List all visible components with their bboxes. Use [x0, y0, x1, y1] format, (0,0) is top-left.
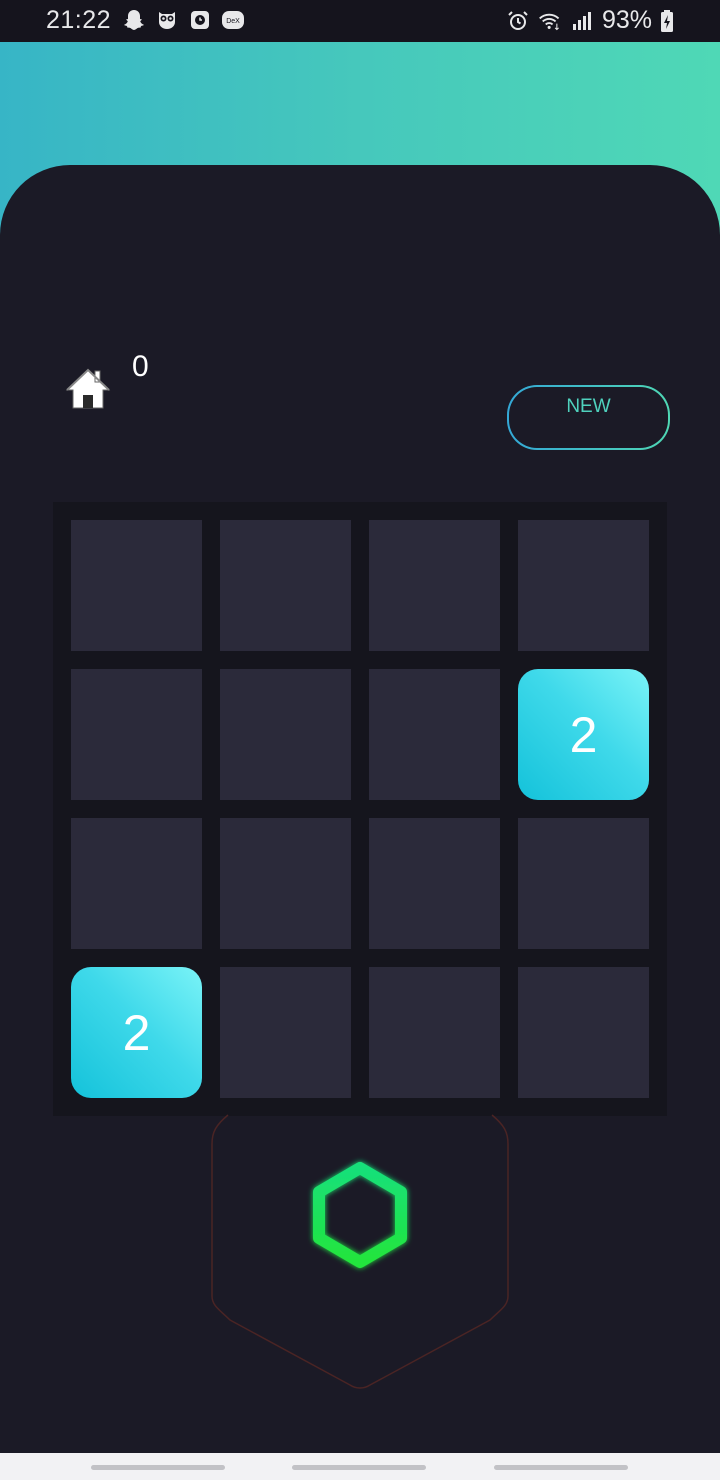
notification-icons: DeX — [122, 8, 245, 32]
empty-cell — [220, 669, 351, 800]
empty-cell — [71, 520, 202, 651]
empty-cell — [220, 818, 351, 949]
wifi-icon — [539, 13, 560, 30]
alarm-icon — [508, 10, 528, 30]
clock-app-icon — [191, 11, 209, 29]
nav-recent-button[interactable] — [91, 1465, 225, 1470]
empty-cell — [369, 818, 500, 949]
empty-cell — [518, 967, 649, 1098]
hexagon-button-icon[interactable] — [313, 1162, 407, 1268]
nav-home-button[interactable] — [292, 1465, 426, 1470]
empty-cell — [369, 520, 500, 651]
status-bar: 21:22 DeX 93% — [0, 0, 720, 42]
battery-percent: 93% — [601, 6, 652, 34]
tile: 2 — [518, 669, 649, 800]
tile: 2 — [71, 967, 202, 1098]
dex-icon: DeX — [222, 11, 244, 29]
game-board[interactable]: 22 — [53, 502, 667, 1116]
score-value: 0 — [132, 350, 149, 383]
nav-back-button[interactable] — [494, 1465, 628, 1470]
home-icon[interactable] — [64, 364, 112, 412]
system-icons: 93% — [506, 6, 674, 35]
battery-charging-icon — [661, 9, 673, 32]
signal-icon — [572, 11, 591, 30]
empty-cell — [518, 520, 649, 651]
empty-cell — [71, 818, 202, 949]
empty-cell — [518, 818, 649, 949]
navigation-bar — [0, 1453, 720, 1480]
hexagon-panel — [211, 1114, 509, 1389]
new-game-button[interactable]: NEW — [507, 385, 670, 450]
empty-cell — [220, 520, 351, 651]
empty-cell — [369, 669, 500, 800]
svg-text:DeX: DeX — [226, 18, 240, 25]
status-time: 21:22 — [46, 6, 112, 34]
empty-cell — [220, 967, 351, 1098]
owl-icon — [159, 12, 175, 29]
empty-cell — [369, 967, 500, 1098]
empty-cell — [71, 669, 202, 800]
snapchat-icon — [124, 10, 144, 30]
